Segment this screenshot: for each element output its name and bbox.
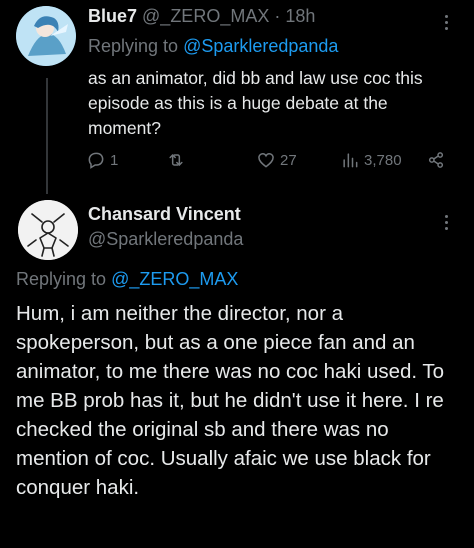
avatar[interactable]	[18, 200, 78, 260]
user-handle[interactable]: @Sparkleredpanda	[88, 229, 243, 250]
replying-prefix: Replying to	[88, 36, 184, 56]
replying-to: Replying to @_ZERO_MAX	[16, 269, 238, 290]
tweet-text: as an animator, did bb and law use coc t…	[88, 68, 423, 138]
handle-and-time: @_ZERO_MAX · 18h	[137, 6, 316, 26]
replying-prefix: Replying to	[16, 269, 112, 289]
retweet-icon	[169, 154, 183, 166]
display-name[interactable]: Chansard Vincent	[88, 204, 241, 225]
reply-count: 1	[110, 151, 119, 169]
reply-icon	[88, 152, 104, 169]
like-count: 27	[280, 151, 297, 169]
tweet-text: Hum, i am neither the director, nor a sp…	[16, 302, 445, 499]
replying-to: Replying to @Sparkleredpanda	[88, 36, 338, 57]
retweet-button[interactable]	[166, 150, 190, 170]
share-button[interactable]	[426, 150, 446, 170]
tweet-actions: 1 27 3,780	[86, 150, 466, 176]
views-icon	[343, 153, 358, 168]
more-icon[interactable]	[445, 212, 448, 233]
display-name[interactable]: Blue7	[88, 6, 137, 26]
reply-button[interactable]: 1	[86, 150, 118, 170]
tweet-blue7[interactable]: Blue7 @_ZERO_MAX · 18h Replying to @Spar…	[0, 0, 474, 190]
tweet-header: Blue7 @_ZERO_MAX · 18h	[88, 6, 315, 27]
share-icon	[428, 152, 444, 168]
like-button[interactable]: 27	[256, 150, 297, 170]
replying-handle-link[interactable]: @Sparkleredpanda	[183, 36, 338, 56]
more-icon[interactable]	[445, 12, 448, 33]
like-icon	[258, 152, 274, 168]
avatar[interactable]	[16, 6, 76, 66]
views-count: 3,780	[364, 151, 402, 169]
replying-handle-link[interactable]: @_ZERO_MAX	[111, 269, 238, 289]
views-button[interactable]: 3,780	[340, 150, 402, 170]
